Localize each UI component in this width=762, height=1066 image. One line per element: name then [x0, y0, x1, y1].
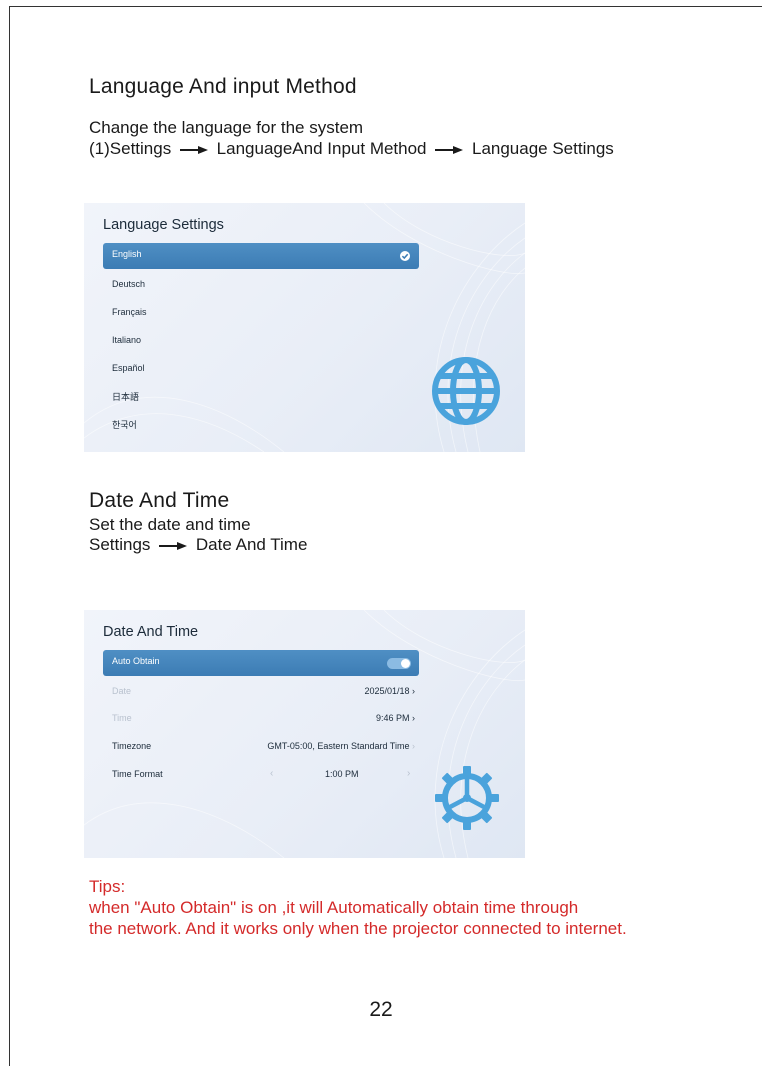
language-settings-screenshot: Language Settings English Deutsch França… [84, 203, 525, 452]
gear-icon [435, 766, 499, 830]
page-border-top [9, 6, 762, 7]
auto-obtain-toggle[interactable] [387, 658, 411, 669]
date-time-screenshot: Date And Time Auto Obtain Date 2025/01/1… [84, 610, 525, 858]
language-option[interactable]: 한국어 [112, 418, 137, 431]
timezone-value[interactable]: GMT-05:00, Eastern Standard Time › [267, 741, 415, 751]
datetime-path: Settings Date And Time [89, 535, 307, 555]
date-label: Date [112, 686, 132, 696]
path-step-settings: (1)Settings [89, 139, 172, 158]
path-step-language-settings: Language Settings [471, 139, 614, 158]
date-value: 2025/01/18 › [364, 686, 415, 696]
page-number: 22 [369, 998, 393, 1021]
language-option[interactable]: 日本語 [112, 390, 139, 403]
tips-line-1: when "Auto Obtain" is on ,it will Automa… [89, 898, 579, 917]
chevron-left-icon[interactable]: ‹ [270, 768, 273, 779]
language-heading: Language And input Method [89, 75, 357, 98]
toggle-knob [401, 659, 410, 668]
language-option[interactable]: Español [112, 363, 145, 373]
chevron-right-icon: › [412, 713, 415, 723]
arrow-right-icon [179, 145, 208, 154]
time-value: 9:46 PM › [376, 713, 415, 723]
datetime-description: Set the date and time [89, 515, 251, 534]
chevron-right-icon: › [412, 741, 415, 751]
language-option-label: English [112, 249, 142, 259]
language-description: Change the language for the system [89, 118, 364, 137]
path-step-settings: Settings [89, 535, 151, 554]
path-step-date-time: Date And Time [195, 535, 308, 554]
path-step-language-input: LanguageAnd Input Method [216, 139, 427, 158]
tips-line-2: the network. And it works only when the … [89, 919, 627, 938]
time-format-value: 1:00 PM [325, 769, 359, 779]
tips-title: Tips: [89, 877, 126, 896]
check-icon [400, 251, 410, 261]
time-label: Time [112, 713, 132, 723]
date-value-text: 2025/01/18 [364, 686, 410, 696]
screen-title: Language Settings [103, 217, 224, 233]
datetime-heading: Date And Time [89, 489, 230, 512]
auto-obtain-row[interactable]: Auto Obtain [103, 650, 419, 676]
language-option[interactable]: Italiano [112, 335, 141, 345]
language-option[interactable]: Deutsch [112, 279, 145, 289]
page-border-left [9, 6, 10, 1066]
timezone-value-text: GMT-05:00, Eastern Standard Time [267, 741, 410, 751]
language-option-selected[interactable]: English [103, 243, 419, 269]
auto-obtain-label: Auto Obtain [112, 656, 160, 666]
arrow-right-icon [435, 145, 464, 154]
chevron-right-icon[interactable]: › [407, 768, 410, 779]
time-value-text: 9:46 PM [375, 713, 410, 723]
time-format-label[interactable]: Time Format [112, 769, 163, 779]
screen-title: Date And Time [103, 624, 199, 640]
language-option[interactable]: Français [112, 307, 147, 317]
globe-icon [432, 357, 500, 425]
timezone-label[interactable]: Timezone [112, 741, 151, 751]
arrow-right-icon [159, 541, 188, 550]
chevron-right-icon: › [412, 686, 415, 696]
language-path: (1)Settings LanguageAnd Input Method Lan… [89, 139, 614, 159]
